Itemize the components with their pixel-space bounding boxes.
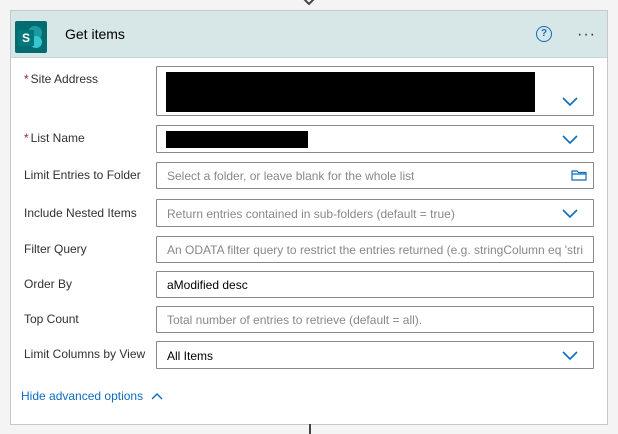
connector-line-bottom (309, 424, 311, 434)
site-address-label: * Site Address (24, 72, 99, 86)
chevron-down-icon[interactable] (562, 97, 578, 107)
chevron-down-icon[interactable] (562, 135, 578, 145)
nested-items-label: Include Nested Items (24, 206, 137, 220)
list-name-label: * List Name (24, 131, 85, 145)
hide-advanced-options-label: Hide advanced options (21, 389, 144, 403)
required-mark: * (24, 131, 29, 145)
limit-folder-label: Limit Entries to Folder (24, 168, 141, 182)
nested-items-field[interactable]: Return entries contained in sub-folders … (156, 199, 594, 227)
filter-query-field[interactable]: An ODATA filter query to restrict the en… (156, 236, 594, 263)
required-mark: * (24, 72, 29, 86)
redacted-value (166, 72, 535, 112)
more-icon[interactable]: ··· (577, 26, 596, 44)
chevron-down-icon[interactable] (562, 351, 578, 361)
folder-icon[interactable] (571, 169, 587, 181)
help-icon[interactable]: ? (536, 26, 552, 42)
limit-view-value: All Items (167, 349, 214, 363)
limit-folder-placeholder: Select a folder, or leave blank for the … (167, 169, 415, 183)
top-count-placeholder: Total number of entries to retrieve (def… (167, 313, 423, 327)
action-card-get-items: S Get items ? ··· * Site Address * List Na… (10, 10, 608, 425)
nested-items-placeholder: Return entries contained in sub-folders … (167, 207, 455, 221)
redacted-value (166, 131, 308, 148)
chevron-up-icon (151, 393, 163, 400)
filter-query-placeholder: An ODATA filter query to restrict the en… (167, 243, 584, 257)
limit-view-field[interactable]: All Items (156, 341, 594, 369)
action-header[interactable]: S Get items ? ··· (11, 11, 607, 58)
hide-advanced-options-link[interactable]: Hide advanced options (21, 389, 163, 403)
chevron-down-icon[interactable] (562, 209, 578, 219)
action-title: Get items (65, 26, 125, 42)
sharepoint-icon: S (15, 21, 47, 53)
top-count-field[interactable]: Total number of entries to retrieve (def… (156, 306, 594, 333)
order-by-value: aModified desc (167, 278, 248, 292)
limit-view-label: Limit Columns by View (24, 347, 146, 361)
list-name-field[interactable] (156, 125, 594, 153)
order-by-field[interactable]: aModified desc (156, 271, 594, 298)
order-by-label: Order By (24, 277, 73, 291)
top-count-label: Top Count (24, 312, 79, 326)
filter-query-label: Filter Query (24, 242, 87, 256)
site-address-field[interactable] (156, 66, 594, 116)
limit-folder-field[interactable]: Select a folder, or leave blank for the … (156, 162, 594, 189)
